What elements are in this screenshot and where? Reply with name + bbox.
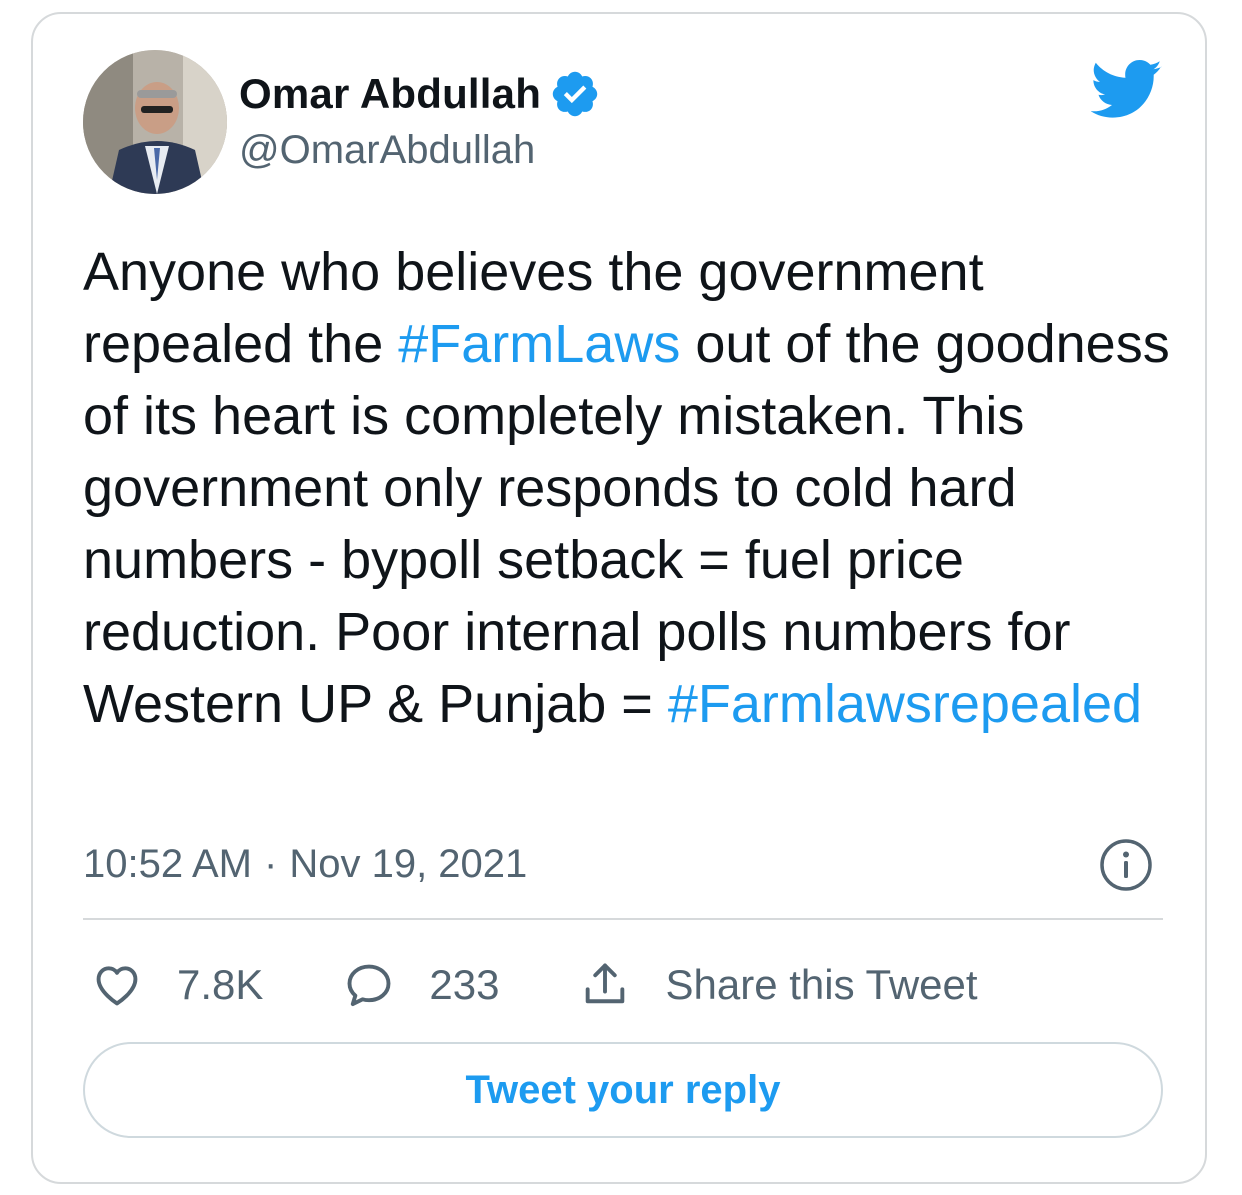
hashtag-link[interactable]: #FarmLaws: [398, 314, 680, 374]
like-button[interactable]: 7.8K: [91, 959, 263, 1011]
author-name[interactable]: Omar Abdullah: [239, 70, 541, 118]
tweet-timestamp[interactable]: 10:52 AM · Nov 19, 2021: [83, 836, 527, 892]
share-button[interactable]: Share this Tweet: [579, 959, 978, 1011]
twitter-bird-icon[interactable]: [1090, 60, 1163, 120]
author-handle[interactable]: @OmarAbdullah: [239, 128, 535, 173]
hashtag-link[interactable]: #Farmlawsrepealed: [668, 674, 1142, 734]
tweet-date: Nov 19, 2021: [289, 842, 528, 886]
reply-button-label: Tweet your reply: [465, 1067, 781, 1112]
tweet-card: Omar Abdullah @OmarAbdullah Anyone who b…: [31, 12, 1207, 1184]
timestamp-separator: ·: [264, 842, 278, 886]
speech-bubble-icon: [347, 964, 391, 1007]
info-icon[interactable]: [1099, 838, 1153, 892]
tweet-actions: 7.8K 233 Share this Tweet: [91, 950, 1058, 1020]
tweet-text-segment: out of the goodness of its heart is comp…: [83, 314, 1170, 734]
tweet-reply-button[interactable]: Tweet your reply: [83, 1042, 1163, 1138]
tweet-time: 10:52 AM: [83, 842, 253, 886]
reply-count-button[interactable]: 233: [343, 959, 499, 1011]
divider: [83, 918, 1163, 920]
tweet-text: Anyone who believes the government repea…: [83, 236, 1173, 740]
author-name-row: Omar Abdullah: [239, 70, 601, 118]
like-count: 7.8K: [177, 961, 264, 1008]
avatar[interactable]: [83, 50, 227, 194]
share-upload-icon: [586, 963, 625, 1004]
share-label: Share this Tweet: [665, 961, 978, 1008]
reply-count: 233: [429, 961, 500, 1008]
verified-badge-icon: [549, 68, 601, 120]
heart-icon: [96, 966, 138, 1006]
avatar-photo: [83, 50, 227, 194]
